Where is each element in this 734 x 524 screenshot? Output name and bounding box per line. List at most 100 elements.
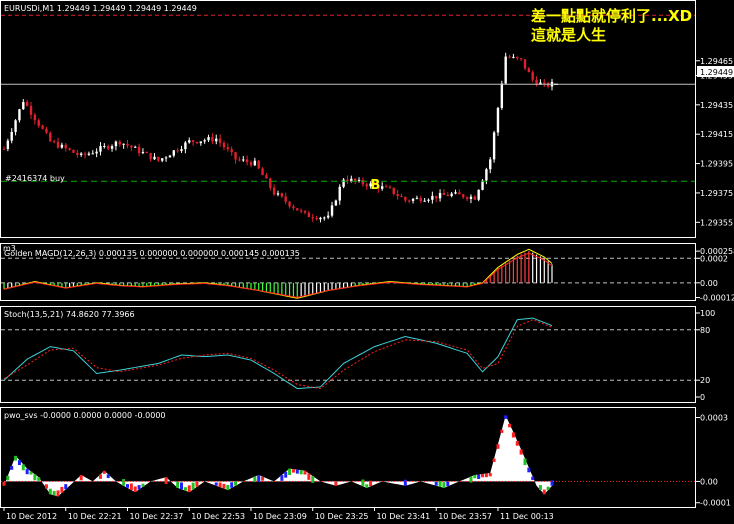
- candle-body: [230, 149, 233, 153]
- pwo-edge-mark: [477, 474, 481, 480]
- axis-tick-label: -0.0001: [700, 499, 731, 508]
- pwo-edge-mark: [484, 473, 488, 478]
- axis-tick-label: 1.29465: [700, 57, 733, 66]
- candle-body: [272, 187, 276, 195]
- pwo-edge-mark: [125, 484, 129, 488]
- candle-body: [523, 59, 527, 69]
- pwo-edge-mark: [141, 483, 145, 487]
- candle-body: [408, 200, 411, 202]
- pwo-edge-mark: [546, 486, 550, 490]
- axis-tick-label: 1.29375: [700, 189, 733, 198]
- candle-body: [18, 109, 21, 121]
- pwo-edge-mark: [222, 483, 226, 489]
- candle-body: [423, 200, 426, 202]
- axis-tick-label: 0.00: [700, 477, 718, 486]
- pwo-edge-mark: [183, 487, 187, 491]
- pwo-edge-mark: [102, 470, 106, 474]
- axis-tick-label: 80: [700, 326, 710, 335]
- candle-body: [145, 152, 148, 154]
- axis-tick-label: 1.29415: [700, 130, 733, 139]
- candle-body: [465, 197, 469, 199]
- pwo-edge-mark: [473, 475, 477, 479]
- candle-body: [172, 150, 176, 156]
- candle-body: [164, 157, 168, 159]
- candle-body: [87, 153, 91, 155]
- candle-body: [184, 142, 187, 150]
- candle-body: [6, 140, 10, 149]
- candle-body: [49, 132, 52, 142]
- candle-body: [458, 192, 461, 195]
- candle-body: [242, 159, 245, 161]
- axis-tick-label: 0.0002: [700, 254, 728, 263]
- pwo-edge-mark: [98, 474, 102, 479]
- time-tick-label: 10 Dec 23:09: [253, 512, 307, 521]
- pwo-edge-mark: [10, 465, 14, 470]
- candle-body: [25, 101, 29, 106]
- pwo-edge-mark: [187, 485, 191, 493]
- time-tick-label: 10 Dec 23:57: [438, 512, 492, 521]
- candle-body: [307, 212, 311, 218]
- candle-body: [492, 132, 496, 160]
- pwo-edge-mark: [334, 481, 338, 486]
- candle-body: [106, 145, 110, 149]
- candle-body: [261, 168, 264, 176]
- candle-body: [365, 184, 368, 187]
- pwo-edge-mark: [14, 455, 18, 461]
- candle-body: [500, 83, 504, 108]
- pwo-edge-mark: [519, 449, 523, 455]
- pwo-edge-mark: [230, 482, 234, 488]
- candle-body: [326, 215, 330, 218]
- pwo-edge-mark: [21, 464, 25, 471]
- candle-body: [95, 151, 98, 154]
- candle-body: [2, 148, 6, 150]
- candle-body: [454, 192, 457, 194]
- axis-tick-label: 0.0003: [700, 414, 728, 423]
- price-chart-title: EURUSDi,M1 1.29449 1.29449 1.29449 1.294…: [4, 4, 197, 13]
- candle-body: [188, 140, 191, 143]
- candle-body: [516, 56, 519, 59]
- candle-body: [415, 197, 419, 199]
- candle-body: [64, 144, 67, 149]
- candle-body: [110, 146, 114, 149]
- pwo-edge-mark: [538, 485, 542, 490]
- pwo-edge-mark: [56, 490, 60, 497]
- axis-tick-label: 20: [700, 376, 710, 385]
- candle-body: [14, 120, 17, 132]
- candle-body: [315, 218, 318, 220]
- candle-body: [33, 114, 37, 121]
- candle-body: [323, 217, 326, 219]
- axis-tick-label: 100: [700, 309, 715, 318]
- pwo-edge-mark: [442, 482, 446, 488]
- candle-body: [10, 131, 13, 141]
- annotation-line-2: 這就是人生: [531, 26, 606, 44]
- candle-body: [130, 145, 133, 148]
- pwo-edge-mark: [365, 484, 369, 488]
- pwo-edge-mark: [122, 479, 126, 486]
- candle-body: [438, 192, 442, 199]
- candle-body: [218, 138, 222, 143]
- candle-body: [357, 179, 361, 182]
- candle-body: [157, 156, 160, 161]
- candle-body: [280, 193, 284, 197]
- candle-body: [56, 141, 60, 148]
- candle-body: [168, 155, 172, 158]
- candle-body: [361, 179, 365, 185]
- candle-body: [292, 206, 295, 209]
- candle-body: [546, 82, 550, 87]
- candle-body: [52, 141, 56, 143]
- candle-body: [22, 101, 25, 110]
- candle-body: [404, 197, 407, 201]
- pwo-edge-mark: [180, 482, 184, 490]
- pwo-edge-mark: [492, 458, 496, 462]
- candle-body: [319, 217, 322, 220]
- candle-body: [380, 186, 384, 189]
- candle-body: [72, 149, 75, 153]
- pwo-edge-mark: [527, 467, 531, 473]
- axis-tick-label: 0: [700, 393, 705, 402]
- chart-terminal[interactable]: EURUSDi,M1 1.29449 1.29449 1.29449 1.294…: [0, 0, 734, 524]
- candle-body: [203, 140, 206, 142]
- pwo-edge-mark: [218, 482, 222, 488]
- candle-body: [211, 137, 214, 142]
- candle-body: [543, 82, 546, 84]
- candle-body: [396, 194, 399, 197]
